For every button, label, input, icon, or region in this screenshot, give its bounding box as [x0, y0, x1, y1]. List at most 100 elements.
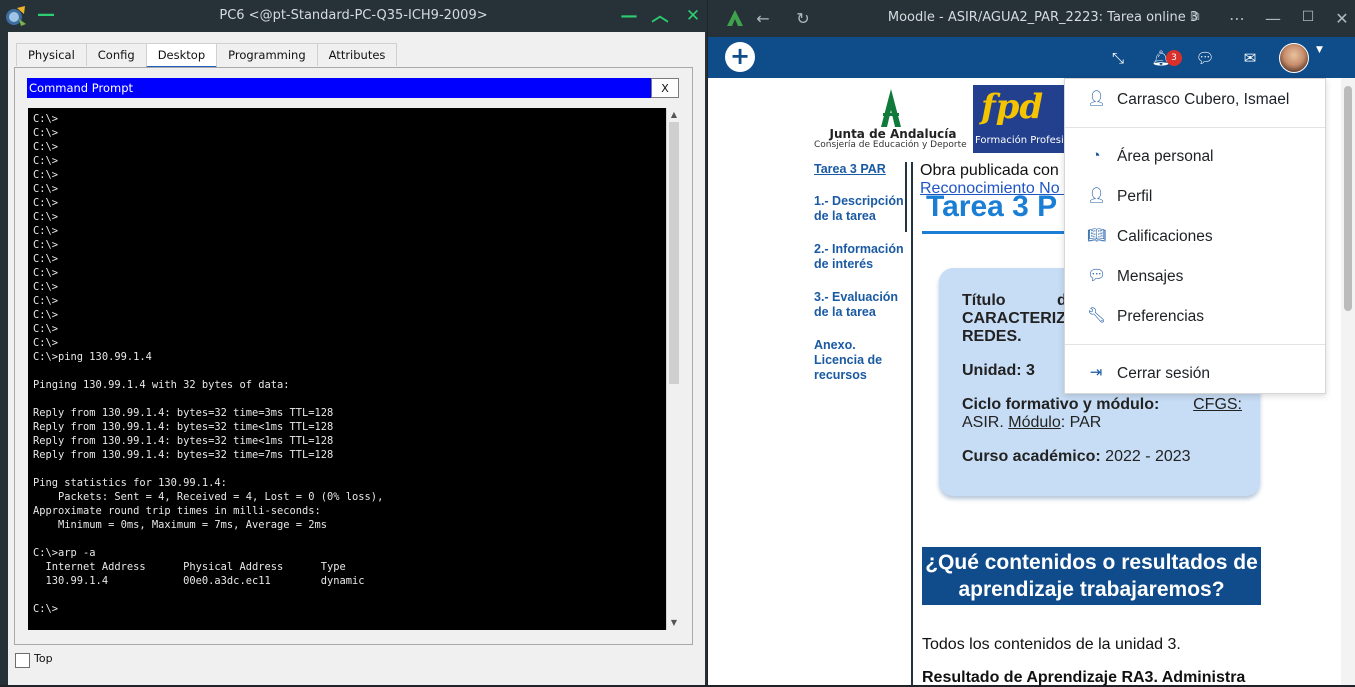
card-cycle-label: Ciclo formativo y módulo:	[962, 396, 1160, 413]
cfgs-link[interactable]: CFGS:	[1193, 396, 1242, 414]
minimize-icon[interactable]: —	[1263, 9, 1283, 28]
chevron-down-icon[interactable]: ▼	[1316, 45, 1323, 55]
terminal-output[interactable]: C:\> C:\> C:\> C:\> C:\> C:\> C:\> C:\> …	[28, 108, 666, 630]
mail-icon[interactable]: ✉	[1239, 47, 1261, 69]
user-dropdown-menu: 👤︎ Carrasco Cubero, Ismael ◔ Área person…	[1064, 78, 1326, 394]
card-module-value: : PAR	[1060, 414, 1102, 431]
scrollbar-thumb[interactable]	[669, 122, 679, 384]
contents-text: Todos los contenidos de la unidad 3.	[922, 636, 1181, 653]
pt-device-dialog: Physical Config Desktop Programming Attr…	[8, 32, 705, 685]
user-icon: 👤︎	[1087, 90, 1107, 107]
message-icon: 💬︎	[1087, 267, 1107, 284]
menu-item-mensajes[interactable]: 💬︎ Mensajes	[1065, 263, 1325, 291]
junta-subtitle: Consjería de Educación y Deporte	[814, 140, 967, 150]
user-icon: 👤︎	[1087, 187, 1107, 204]
menu-item-label: Carrasco Cubero, Ismael	[1117, 91, 1290, 108]
menu-item-label: Área personal	[1117, 148, 1214, 165]
toc-link[interactable]: Anexo. Licencia de recursos	[814, 338, 909, 383]
avatar[interactable]	[1279, 43, 1309, 73]
toc-divider	[905, 162, 907, 232]
card-title-label: Título	[962, 292, 1006, 309]
add-block-button[interactable]: +	[725, 42, 755, 72]
notification-badge[interactable]: 3	[1166, 50, 1182, 66]
tab-desktop[interactable]: Desktop	[145, 43, 218, 68]
junta-name: Junta de Andalucía	[829, 127, 957, 141]
menu-item-perfil[interactable]: 👤︎ Perfil	[1065, 183, 1325, 211]
card-course-value: 2022 - 2023	[1105, 448, 1191, 465]
terminal-scrollbar[interactable]: ▲ ▼	[666, 108, 681, 630]
wrench-icon: 🔧︎	[1087, 307, 1107, 324]
content-divider	[911, 162, 913, 685]
terminal-text[interactable]: C:\> C:\> C:\> C:\> C:\> C:\> C:\> C:\> …	[28, 108, 666, 616]
toc-link[interactable]: Tarea 3 PAR	[814, 162, 909, 177]
menu-divider	[1065, 344, 1325, 345]
menu-item-preferencias[interactable]: 🔧︎ Preferencias	[1065, 303, 1325, 331]
top-checkbox[interactable]	[15, 653, 30, 668]
menu-item-label: Mensajes	[1117, 268, 1184, 285]
table-of-contents: Tarea 3 PAR 1.- Descripción de la tarea …	[814, 162, 909, 401]
scroll-up-icon[interactable]: ▲	[667, 108, 681, 122]
page-title: Tarea 3 P	[926, 190, 1058, 223]
command-prompt-close-button[interactable]: X	[651, 78, 679, 98]
card-title-value: CARACTERIZ	[962, 310, 1066, 327]
junta-andalucia-logo	[881, 89, 901, 127]
tab-config[interactable]: Config	[85, 43, 147, 66]
card-title-value-2: REDES.	[962, 328, 1022, 345]
card-title-block: Título d CARACTERIZ REDES.	[962, 292, 1067, 346]
toc-link[interactable]: 1.- Descripción de la tarea	[814, 194, 909, 224]
menu-item-area-personal[interactable]: ◔ Área personal	[1065, 143, 1325, 171]
fp-logo: fpd Formación Profesional	[973, 85, 1068, 153]
minimize-icon[interactable]: —	[619, 6, 639, 26]
pt-window-title: PC6 <@pt-Standard-PC-Q35-ICH9-2009>	[219, 8, 488, 23]
scroll-down-icon[interactable]: ▼	[667, 616, 681, 630]
browser-window: ← ↻ Moodle - ASIR/AGUA2_PAR_2223: Tarea …	[708, 0, 1355, 686]
card-asir: ASIR.	[962, 414, 1004, 431]
page-scrollbar[interactable]	[1341, 78, 1355, 685]
browser-window-title: Moodle - ASIR/AGUA2_PAR_2223: Tarea onli…	[887, 10, 1199, 25]
menu-item-label: Preferencias	[1117, 308, 1205, 325]
desktop-tab-panel: Command Prompt X C:\> C:\> C:\> C:\> C:\…	[14, 67, 693, 645]
menu-item-label: Cerrar sesión	[1117, 365, 1211, 382]
card-course: Curso académico: 2022 - 2023	[962, 448, 1191, 466]
card-cycle: Ciclo formativo y módulo: CFGS: ASIR. Mó…	[962, 396, 1242, 432]
menu-item-label: Perfil	[1117, 188, 1153, 205]
collapse-icon[interactable]: ⤡	[1107, 47, 1129, 69]
toc-link[interactable]: 2.- Información de interés	[814, 242, 909, 272]
grades-icon: 📖︎	[1087, 227, 1107, 244]
modulo-link[interactable]: Módulo	[1008, 414, 1060, 431]
close-icon[interactable]: ✕	[683, 6, 703, 26]
chat-icon[interactable]: 💬︎	[1194, 47, 1216, 69]
logout-icon: ⇥	[1089, 364, 1103, 381]
tab-physical[interactable]: Physical	[16, 43, 87, 66]
maximize-icon[interactable]: ︿	[650, 6, 670, 26]
tab-attributes[interactable]: Attributes	[316, 43, 398, 66]
menu-item-logout[interactable]: ⇥ Cerrar sesión	[1065, 360, 1325, 388]
scrollbar-thumb[interactable]	[1344, 86, 1352, 311]
menu-item-calificaciones[interactable]: 📖︎ Calificaciones	[1065, 223, 1325, 251]
menu-item-label: Calificaciones	[1117, 228, 1213, 245]
learning-outcome-text: Resultado de Aprendizaje RA3. Administra	[922, 669, 1246, 686]
license-text: Obra publicada con L	[920, 162, 1073, 179]
title-underline	[922, 231, 1082, 234]
pt-titlebar: — PC6 <@pt-Standard-PC-Q35-ICH9-2009> — …	[0, 0, 707, 32]
menu-divider	[1065, 127, 1325, 128]
pt-tab-bar: Physical Config Desktop Programming Attr…	[16, 43, 398, 68]
card-course-label: Curso académico:	[962, 448, 1101, 465]
packet-tracer-window: — PC6 <@pt-Standard-PC-Q35-ICH9-2009> — …	[0, 0, 707, 685]
fp-logo-mark: fpd	[981, 87, 1044, 127]
card-unit: Unidad: 3	[962, 362, 1035, 379]
tab-programming[interactable]: Programming	[216, 43, 318, 66]
toc-link[interactable]: 3.- Evaluación de la tarea	[814, 290, 909, 320]
close-icon[interactable]: ✕	[1332, 9, 1352, 28]
maximize-icon[interactable]: ☐	[1298, 9, 1318, 25]
more-options-icon[interactable]: ⋯	[1227, 9, 1247, 28]
command-prompt-title: Command Prompt	[27, 78, 651, 98]
screenshot-icon[interactable]: ⧉	[1185, 9, 1205, 24]
dashboard-icon: ◔	[1091, 147, 1101, 164]
menu-item-user-name[interactable]: 👤︎ Carrasco Cubero, Ismael	[1065, 86, 1325, 114]
moodle-navbar: + ⤡ 🔔︎ 💬︎ ✉ ▼	[708, 37, 1355, 78]
top-checkbox-label: Top	[34, 652, 53, 665]
fp-logo-text: Formación Profesional	[975, 135, 1068, 146]
section-heading: ¿Qué contenidos o resultados de aprendiz…	[922, 547, 1261, 605]
browser-titlebar: ← ↻ Moodle - ASIR/AGUA2_PAR_2223: Tarea …	[708, 0, 1355, 37]
